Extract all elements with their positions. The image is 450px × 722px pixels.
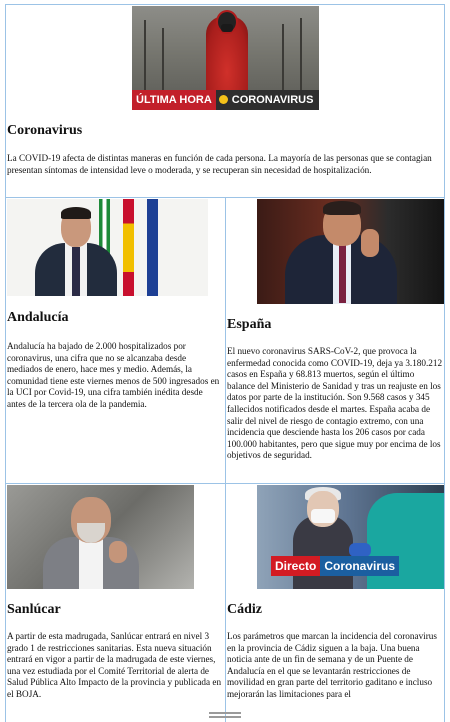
- card-andalucia: Andalucía Andalucía ha bajado de 2.000 h…: [5, 197, 226, 484]
- man-tie: [72, 247, 80, 296]
- espana-image[interactable]: [257, 199, 444, 304]
- card-title: Cádiz: [227, 602, 262, 617]
- badge-live-label: Directo: [271, 556, 321, 576]
- banner-dot-icon: [218, 95, 228, 104]
- card-title: España: [227, 317, 272, 332]
- breaking-news-banner: ÚLTIMA HORA CORONAVIRUS: [132, 90, 319, 110]
- card-body: Los parámetros que marcan la incidencia …: [227, 631, 437, 699]
- drag-handle[interactable]: [209, 712, 241, 718]
- man-shirt: [79, 539, 103, 589]
- face-mask: [221, 24, 233, 32]
- banner-breaking-label: ÚLTIMA HORA: [132, 90, 216, 110]
- sanlucar-image[interactable]: [7, 485, 194, 589]
- card-title: Sanlúcar: [7, 602, 61, 617]
- eu-flag: [147, 199, 158, 296]
- card-body: Andalucía ha bajado de 2.000 hospitaliza…: [7, 341, 220, 409]
- banner-topic-label: CORONAVIRUS: [231, 94, 314, 106]
- coronavirus-hero-image[interactable]: ÚLTIMA HORA CORONAVIRUS: [132, 6, 319, 110]
- card-title: Andalucía: [7, 310, 69, 325]
- card-sanlucar: Sanlúcar A partir de esta madrugada, San…: [5, 483, 226, 722]
- spain-flag: [123, 199, 134, 296]
- card-body: A partir de esta madrugada, Sanlúcar ent…: [7, 631, 222, 699]
- card-body: El nuevo coronavirus SARS-CoV-2, que pro…: [227, 346, 443, 461]
- tree-trunk: [282, 24, 284, 90]
- badge-topic-label: Coronavirus: [320, 556, 400, 576]
- card-cadiz: Directo Coronavirus Cádiz Los parámetros…: [225, 483, 445, 722]
- live-coronavirus-badge: Directo Coronavirus: [271, 556, 400, 576]
- man-hair: [323, 201, 361, 215]
- tree-trunk: [162, 28, 164, 90]
- top-news-panel: ÚLTIMA HORA CORONAVIRUS Coronavirus La C…: [5, 4, 445, 198]
- card-espana: España El nuevo coronavirus SARS-CoV-2, …: [225, 197, 445, 484]
- man-hand: [361, 229, 379, 257]
- tree-trunk: [144, 20, 146, 90]
- top-body: La COVID-19 afecta de distintas maneras …: [7, 153, 432, 175]
- man-hair: [61, 207, 91, 219]
- top-title: Coronavirus: [7, 123, 83, 138]
- tree-trunk: [300, 18, 302, 90]
- andalucia-image[interactable]: [7, 199, 208, 296]
- glove: [349, 543, 371, 557]
- man-tie: [339, 243, 346, 303]
- face-mask: [311, 509, 335, 523]
- cadiz-image[interactable]: Directo Coronavirus: [257, 485, 444, 589]
- man-hand: [109, 541, 127, 563]
